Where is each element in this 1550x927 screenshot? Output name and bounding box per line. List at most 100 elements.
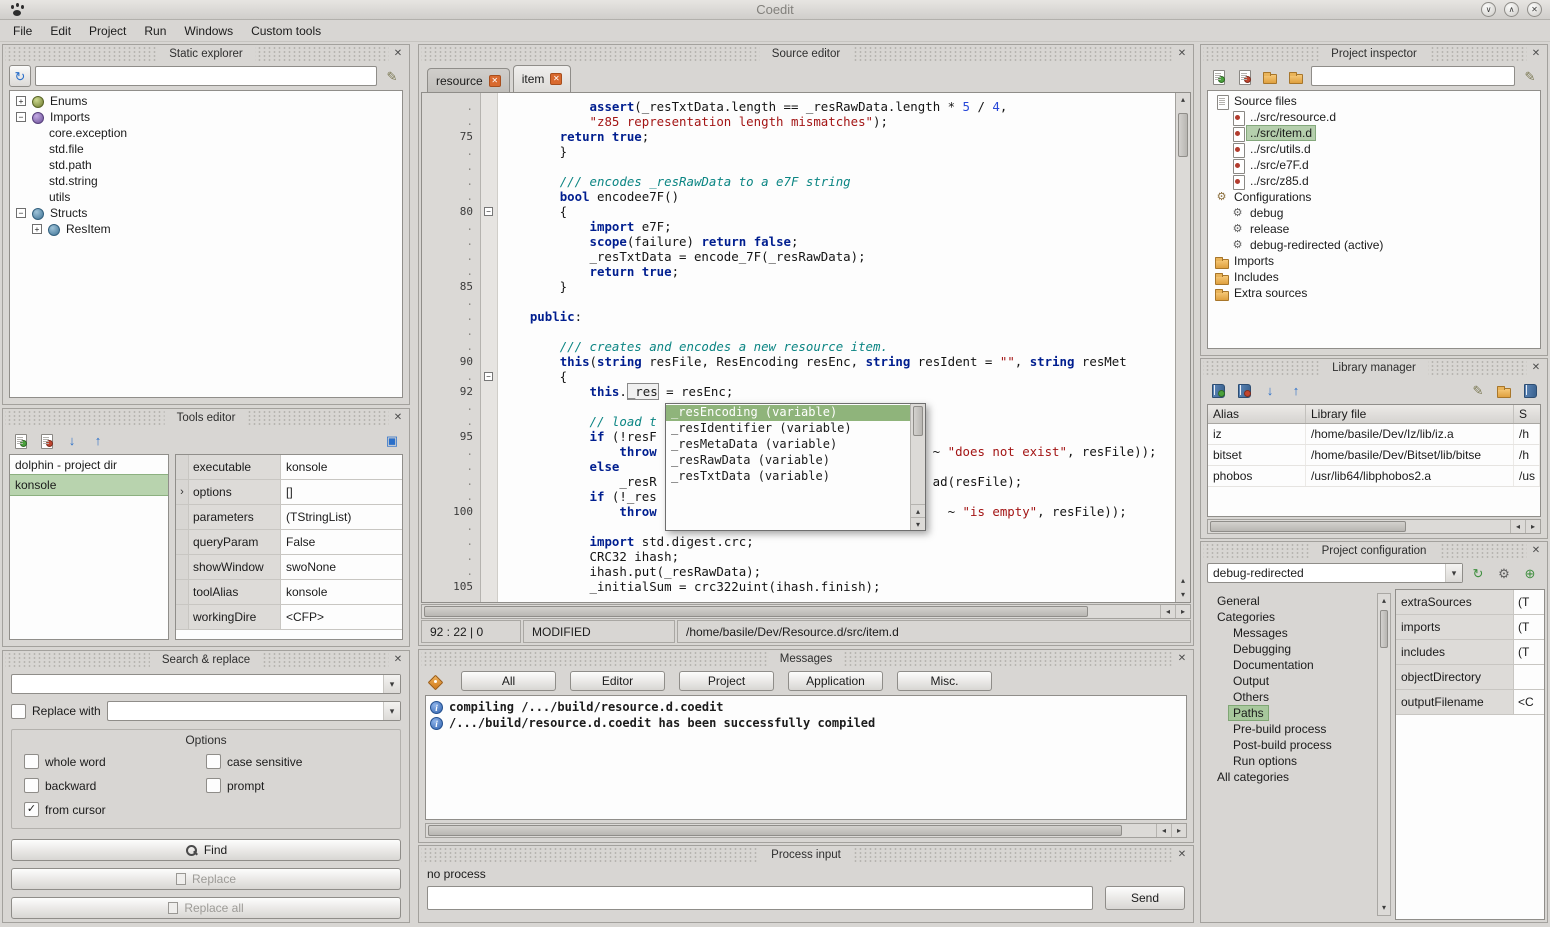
- option-whole-word[interactable]: whole word: [24, 754, 206, 769]
- scrollbar-thumb[interactable]: [1210, 521, 1406, 532]
- category-tree-item[interactable]: Run options: [1207, 753, 1375, 769]
- add-tool-button[interactable]: [9, 429, 31, 451]
- code-line[interactable]: . _resTxtData = encode_7F(_resRawData);: [422, 249, 1175, 264]
- tool-list-item[interactable]: dolphin - project dir: [10, 455, 168, 475]
- checkbox-icon[interactable]: [24, 754, 39, 769]
- categories-scrollbar[interactable]: ▴ ▾: [1377, 593, 1391, 916]
- tab-resource[interactable]: resource✕: [427, 68, 510, 92]
- expander-icon[interactable]: +: [32, 224, 42, 234]
- code-editor[interactable]: . assert(_resTxtData.length == _resRawDa…: [422, 93, 1175, 602]
- scrollbar-track[interactable]: [1178, 107, 1188, 574]
- property-value[interactable]: (T: [1514, 640, 1544, 664]
- completion-item[interactable]: _resMetaData (variable): [666, 437, 910, 453]
- code-line[interactable]: . /// creates and encodes a new resource…: [422, 339, 1175, 354]
- library-from-project-button[interactable]: [1519, 379, 1541, 401]
- expander-icon[interactable]: +: [16, 96, 26, 106]
- symbol-tree-item[interactable]: std.path: [10, 157, 402, 173]
- category-tree-item[interactable]: Categories: [1207, 609, 1375, 625]
- scrollbar-track[interactable]: [1208, 521, 1510, 532]
- close-panel-icon[interactable]: ✕: [1527, 543, 1545, 559]
- property-value[interactable]: <CFP>: [281, 605, 402, 629]
- property-row[interactable]: imports(T: [1396, 615, 1544, 640]
- scroll-up-icon[interactable]: ▴: [1176, 574, 1190, 588]
- project-tree-item[interactable]: Extra sources: [1208, 285, 1540, 301]
- project-tree-item[interactable]: ../src/resource.d: [1208, 109, 1540, 125]
- property-value[interactable]: False: [281, 530, 402, 554]
- open-folder-button[interactable]: [1285, 65, 1307, 87]
- fold-icon[interactable]: −: [484, 372, 493, 381]
- add-configuration-button[interactable]: ⊕: [1519, 562, 1541, 584]
- code-line[interactable]: . scope(failure) return false;: [422, 234, 1175, 249]
- chevron-down-icon[interactable]: ▾: [383, 702, 400, 720]
- project-tree-item[interactable]: ⚙Configurations: [1208, 189, 1540, 205]
- sync-configuration-button[interactable]: ↻: [1467, 562, 1489, 584]
- property-row[interactable]: queryParamFalse: [176, 530, 402, 555]
- expander-icon[interactable]: −: [16, 112, 26, 122]
- property-value[interactable]: konsole: [281, 455, 402, 479]
- scrollbar-thumb[interactable]: [913, 406, 923, 436]
- checkbox-icon[interactable]: [24, 778, 39, 793]
- clear-messages-button[interactable]: [425, 670, 447, 692]
- search-term-combo[interactable]: ▾: [11, 674, 401, 694]
- category-tree-item[interactable]: Debugging: [1207, 641, 1375, 657]
- property-value[interactable]: konsole: [281, 580, 402, 604]
- scroll-right-icon[interactable]: ▸: [1171, 824, 1186, 837]
- filter-misc[interactable]: Misc.: [897, 671, 992, 691]
- project-tree-item[interactable]: Includes: [1208, 269, 1540, 285]
- tab-close-icon[interactable]: ✕: [550, 73, 562, 85]
- property-row[interactable]: showWindowswoNone: [176, 555, 402, 580]
- property-row[interactable]: executablekonsole: [176, 455, 402, 480]
- remove-tool-button[interactable]: [35, 429, 57, 451]
- symbol-tree-item[interactable]: −Imports: [10, 109, 402, 125]
- add-library-button[interactable]: [1207, 379, 1229, 401]
- filter-project[interactable]: Project: [679, 671, 774, 691]
- table-row[interactable]: iz/home/basile/Dev/Iz/lib/iz.a/h: [1208, 424, 1540, 445]
- category-tree-item[interactable]: Post-build process: [1207, 737, 1375, 753]
- menu-custom-tools[interactable]: Custom tools: [242, 20, 330, 41]
- code-line[interactable]: 90 this(string resFile, ResEncoding resE…: [422, 354, 1175, 369]
- code-line[interactable]: . public:: [422, 309, 1175, 324]
- code-line[interactable]: .: [422, 324, 1175, 339]
- code-line[interactable]: .− {: [422, 369, 1175, 384]
- close-panel-icon[interactable]: ✕: [1173, 651, 1191, 667]
- scroll-left-icon[interactable]: ◂: [1510, 520, 1525, 533]
- symbol-tree-item[interactable]: std.file: [10, 141, 402, 157]
- menu-windows[interactable]: Windows: [175, 20, 242, 41]
- project-tree-item[interactable]: ⚙debug-redirected (active): [1208, 237, 1540, 253]
- category-tree-item[interactable]: Output: [1207, 673, 1375, 689]
- scrollbar-track[interactable]: [426, 825, 1156, 836]
- table-row[interactable]: phobos/usr/lib64/libphobos2.a/us: [1208, 466, 1540, 487]
- send-button[interactable]: Send: [1105, 886, 1185, 910]
- category-tree-item[interactable]: Messages: [1207, 625, 1375, 641]
- property-value[interactable]: swoNone: [281, 555, 402, 579]
- code-line[interactable]: . assert(_resTxtData.length == _resRawDa…: [422, 99, 1175, 114]
- code-line[interactable]: . ihash.put(_resRawData);: [422, 564, 1175, 579]
- scroll-down-icon[interactable]: ▾: [911, 517, 925, 530]
- configuration-select[interactable]: debug-redirected ▾: [1207, 563, 1463, 583]
- option-from-cursor[interactable]: ✓from cursor: [24, 802, 206, 817]
- replace-button[interactable]: Replace: [11, 868, 401, 890]
- property-value[interactable]: <C: [1514, 690, 1544, 714]
- project-tree-item[interactable]: Source files: [1208, 93, 1540, 109]
- move-tool-down-button[interactable]: ↓: [61, 429, 83, 451]
- property-row[interactable]: includes(T: [1396, 640, 1544, 665]
- scroll-left-icon[interactable]: ◂: [1160, 605, 1175, 618]
- code-line[interactable]: . CRC32 ihash;: [422, 549, 1175, 564]
- add-source-button[interactable]: [1207, 65, 1229, 87]
- library-hscrollbar[interactable]: ◂ ▸: [1207, 519, 1541, 534]
- chevron-down-icon[interactable]: ▾: [1445, 564, 1462, 582]
- scroll-right-icon[interactable]: ▸: [1175, 605, 1190, 618]
- option-case-sensitive[interactable]: case sensitive: [206, 754, 388, 769]
- scrollbar-track[interactable]: [422, 606, 1160, 617]
- checkbox-icon[interactable]: [206, 778, 221, 793]
- code-line[interactable]: . bool encodee7F(): [422, 189, 1175, 204]
- replace-with-checkbox[interactable]: [11, 704, 26, 719]
- scrollbar-thumb[interactable]: [428, 825, 1122, 836]
- filter-all[interactable]: All: [461, 671, 556, 691]
- maximize-button[interactable]: ∧: [1504, 2, 1519, 17]
- code-line[interactable]: 80− {: [422, 204, 1175, 219]
- close-panel-icon[interactable]: ✕: [389, 46, 407, 62]
- edit-project-button[interactable]: ✎: [1519, 65, 1541, 87]
- code-line[interactable]: . import e7F;: [422, 219, 1175, 234]
- filter-application[interactable]: Application: [788, 671, 883, 691]
